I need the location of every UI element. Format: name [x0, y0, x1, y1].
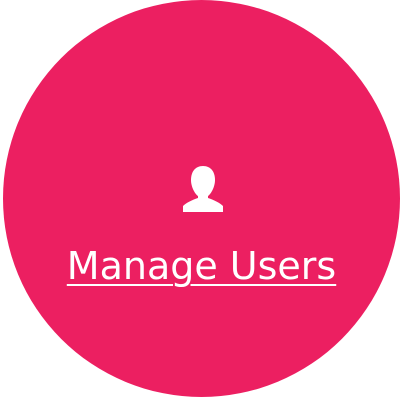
manage-users-link[interactable]: Manage Users	[3, 242, 400, 290]
user-icon	[183, 164, 223, 212]
manage-users-tile[interactable]: Manage Users	[3, 0, 400, 397]
